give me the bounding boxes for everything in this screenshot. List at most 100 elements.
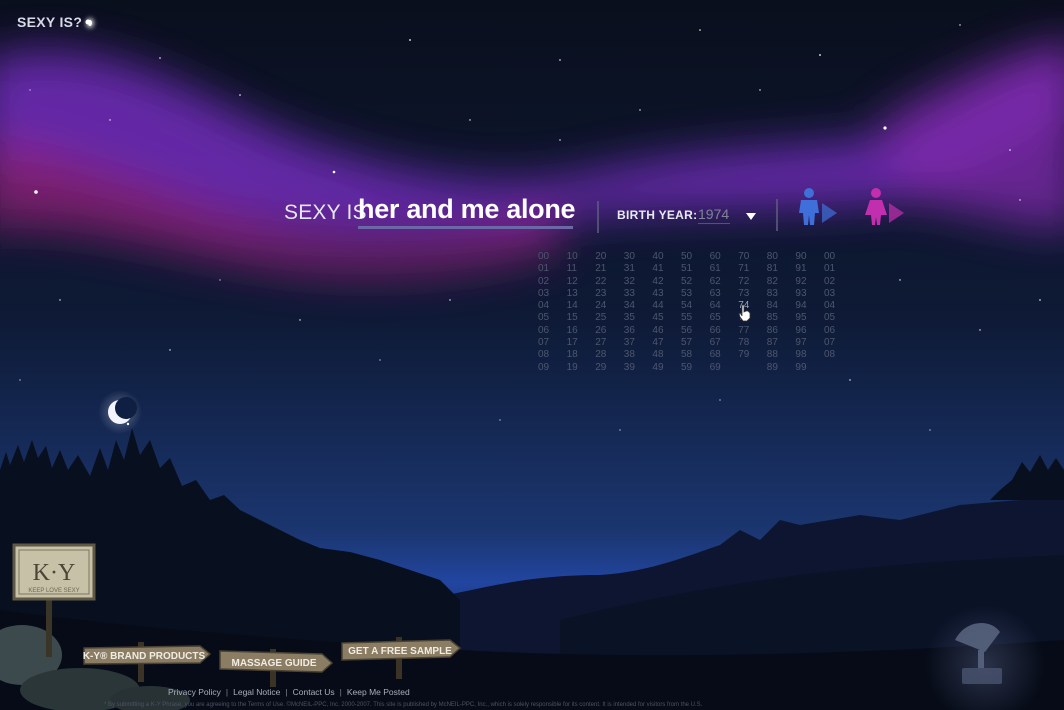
- year-option[interactable]: 52: [681, 276, 703, 288]
- year-option[interactable]: 42: [652, 276, 674, 288]
- year-option[interactable]: 55: [681, 312, 703, 324]
- year-option[interactable]: 46: [652, 325, 674, 337]
- year-option[interactable]: 94: [795, 300, 817, 312]
- year-option[interactable]: 73: [738, 288, 760, 300]
- year-option[interactable]: 16: [567, 325, 589, 337]
- year-option[interactable]: 51: [681, 263, 703, 275]
- year-option[interactable]: 82: [767, 276, 789, 288]
- year-option[interactable]: 26: [595, 325, 617, 337]
- year-option[interactable]: 57: [681, 337, 703, 349]
- year-option[interactable]: 24: [595, 300, 617, 312]
- year-option[interactable]: 91: [795, 263, 817, 275]
- keep-me-posted-link[interactable]: Keep Me Posted: [347, 687, 410, 697]
- year-option[interactable]: 28: [595, 349, 617, 361]
- year-option[interactable]: 00: [824, 251, 846, 263]
- year-option[interactable]: 38: [624, 349, 646, 361]
- year-option[interactable]: 54: [681, 300, 703, 312]
- year-option[interactable]: 27: [595, 337, 617, 349]
- massage-guide-sign[interactable]: MASSAGE GUIDE: [218, 647, 336, 687]
- phrase-input[interactable]: her and me alone: [358, 194, 576, 229]
- year-option[interactable]: 66: [710, 325, 732, 337]
- year-option[interactable]: 20: [595, 251, 617, 263]
- year-option[interactable]: 71: [738, 263, 760, 275]
- year-option[interactable]: 96: [795, 325, 817, 337]
- year-option[interactable]: 50: [681, 251, 703, 263]
- year-option[interactable]: 77: [738, 325, 760, 337]
- year-option[interactable]: 39: [624, 362, 646, 374]
- privacy-policy-link[interactable]: Privacy Policy: [168, 687, 221, 697]
- year-option[interactable]: 59: [681, 362, 703, 374]
- birth-year-field[interactable]: 1974: [698, 206, 730, 224]
- year-option[interactable]: 72: [738, 276, 760, 288]
- year-option[interactable]: 99: [795, 362, 817, 374]
- year-option[interactable]: 97: [795, 337, 817, 349]
- year-option[interactable]: 93: [795, 288, 817, 300]
- year-option[interactable]: 04: [538, 300, 560, 312]
- year-option[interactable]: 32: [624, 276, 646, 288]
- year-option[interactable]: 30: [624, 251, 646, 263]
- year-option[interactable]: 41: [652, 263, 674, 275]
- year-option[interactable]: 02: [824, 276, 846, 288]
- year-option[interactable]: 90: [795, 251, 817, 263]
- year-option[interactable]: 25: [595, 312, 617, 324]
- brand-products-sign[interactable]: K-Y® BRAND PRODUCTS: [82, 640, 214, 682]
- year-option[interactable]: 87: [767, 337, 789, 349]
- year-option[interactable]: 36: [624, 325, 646, 337]
- year-option[interactable]: 49: [652, 362, 674, 374]
- year-option[interactable]: 23: [595, 288, 617, 300]
- year-option[interactable]: 02: [538, 276, 560, 288]
- year-option[interactable]: 85: [767, 312, 789, 324]
- year-option[interactable]: 08: [824, 349, 846, 361]
- year-option[interactable]: 70: [738, 251, 760, 263]
- year-option[interactable]: 62: [710, 276, 732, 288]
- site-title[interactable]: SEXY IS?: [17, 14, 93, 30]
- year-option[interactable]: 81: [767, 263, 789, 275]
- year-option[interactable]: 98: [795, 349, 817, 361]
- year-option[interactable]: 14: [567, 300, 589, 312]
- year-option[interactable]: 06: [538, 325, 560, 337]
- year-option[interactable]: 60: [710, 251, 732, 263]
- year-option[interactable]: 08: [538, 349, 560, 361]
- year-option[interactable]: 89: [767, 362, 789, 374]
- year-option[interactable]: 09: [538, 362, 560, 374]
- year-option[interactable]: 12: [567, 276, 589, 288]
- year-option[interactable]: 06: [824, 325, 846, 337]
- year-option[interactable]: 07: [538, 337, 560, 349]
- year-option[interactable]: 13: [567, 288, 589, 300]
- contact-us-link[interactable]: Contact Us: [293, 687, 335, 697]
- year-option[interactable]: 84: [767, 300, 789, 312]
- female-button[interactable]: [862, 187, 908, 229]
- year-option[interactable]: 17: [567, 337, 589, 349]
- year-option[interactable]: 88: [767, 349, 789, 361]
- year-option[interactable]: 35: [624, 312, 646, 324]
- year-option[interactable]: 03: [824, 288, 846, 300]
- year-option[interactable]: 68: [710, 349, 732, 361]
- year-option[interactable]: 37: [624, 337, 646, 349]
- year-option[interactable]: 44: [652, 300, 674, 312]
- year-option[interactable]: 79: [738, 349, 760, 361]
- year-option[interactable]: 04: [824, 300, 846, 312]
- year-option[interactable]: 69: [710, 362, 732, 374]
- year-option[interactable]: 92: [795, 276, 817, 288]
- year-option[interactable]: 29: [595, 362, 617, 374]
- year-option[interactable]: 31: [624, 263, 646, 275]
- year-option[interactable]: 65: [710, 312, 732, 324]
- year-option[interactable]: 80: [767, 251, 789, 263]
- year-option[interactable]: 56: [681, 325, 703, 337]
- year-option[interactable]: 63: [710, 288, 732, 300]
- year-option[interactable]: 07: [824, 337, 846, 349]
- year-option[interactable]: 78: [738, 337, 760, 349]
- year-option[interactable]: 05: [538, 312, 560, 324]
- year-option[interactable]: 95: [795, 312, 817, 324]
- year-picker-grid[interactable]: 00 01 02 03 04 05 06 07 08 09 10 11 12 13 14 15 16 17 18 19…: [538, 251, 848, 376]
- year-option[interactable]: 15: [567, 312, 589, 324]
- year-option[interactable]: 01: [824, 263, 846, 275]
- year-option[interactable]: 58: [681, 349, 703, 361]
- year-option[interactable]: 43: [652, 288, 674, 300]
- legal-notice-link[interactable]: Legal Notice: [233, 687, 280, 697]
- male-button[interactable]: [795, 187, 841, 229]
- year-option[interactable]: 86: [767, 325, 789, 337]
- chevron-down-icon[interactable]: [746, 213, 756, 220]
- year-option[interactable]: 64: [710, 300, 732, 312]
- year-option[interactable]: 21: [595, 263, 617, 275]
